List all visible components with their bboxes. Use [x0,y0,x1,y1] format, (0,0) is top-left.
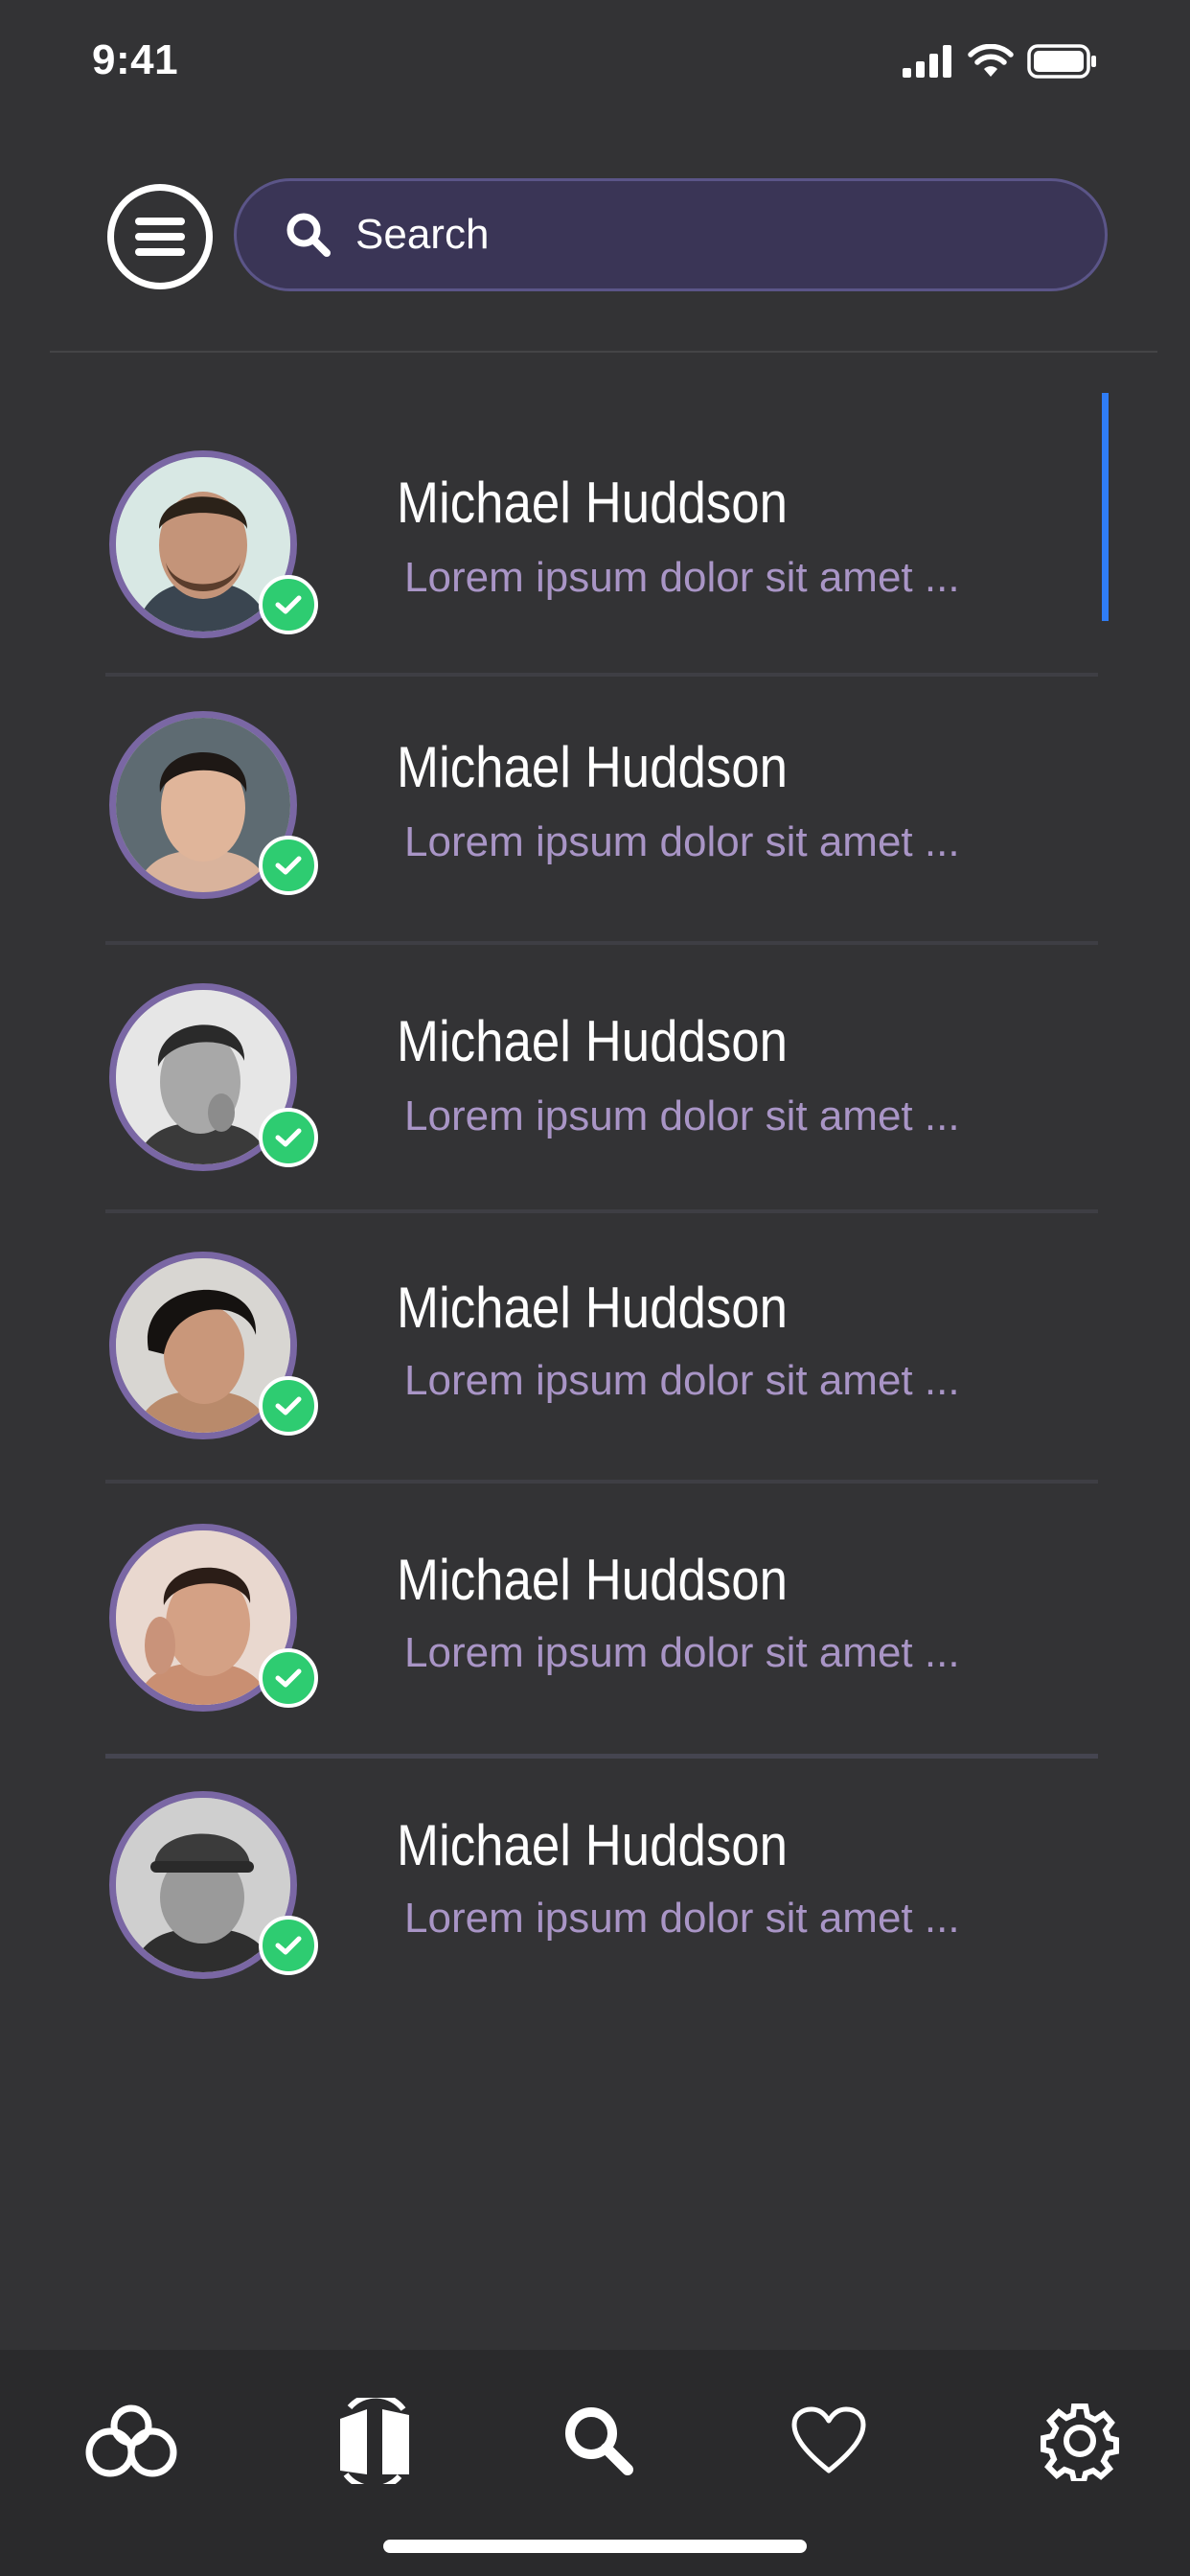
menu-button[interactable] [107,184,213,289]
contact-message: Lorem ipsum dolor sit amet ... [404,1092,960,1139]
contact-message: Lorem ipsum dolor sit amet ... [404,554,960,601]
search-icon [565,2407,633,2475]
tab-connections[interactable] [79,2388,184,2494]
exchange-icon [340,2398,409,2484]
avatar-container [109,450,318,638]
avatar-container [109,711,318,899]
avatar-container [109,1791,318,1979]
check-icon [275,1128,302,1147]
avatar-container [109,983,318,1171]
status-time: 9:41 [92,36,179,83]
online-check-badge [259,1108,318,1167]
status-icons [903,44,1098,79]
hamburger-icon [135,218,185,256]
home-indicator[interactable] [383,2540,807,2553]
search-icon [286,213,331,257]
contact-row[interactable]: Michael Huddson Lorem ipsum dolor sit am… [0,1484,1190,1754]
contact-message: Lorem ipsum dolor sit amet ... [404,1895,960,1942]
tab-settings[interactable] [1027,2388,1133,2494]
connections-icon [85,2404,177,2477]
top-bar [0,172,1190,307]
contact-row[interactable]: Michael Huddson Lorem ipsum dolor sit am… [0,1759,1190,2008]
contact-message: Lorem ipsum dolor sit amet ... [404,1629,960,1676]
avatar-container [109,1524,318,1712]
check-icon [275,1936,302,1955]
tab-search[interactable] [546,2388,652,2494]
battery-icon [1027,44,1096,79]
check-icon [275,595,302,614]
heart-icon [791,2406,866,2473]
contact-name: Michael Huddson [397,1009,788,1073]
check-icon [275,856,302,875]
check-icon [275,1396,302,1415]
online-check-badge [259,1376,318,1436]
status-bar: 9:41 [0,0,1190,126]
contact-name: Michael Huddson [397,735,788,799]
settings-icon [1041,2404,1119,2481]
contact-name: Michael Huddson [397,1276,788,1340]
tab-exchange[interactable] [322,2388,427,2494]
wifi-icon [968,44,1014,77]
tab-favorites[interactable] [776,2388,881,2494]
online-check-badge [259,836,318,895]
contact-list: Michael Huddson Lorem ipsum dolor sit am… [0,393,1190,2008]
search-input[interactable] [354,210,1086,260]
contact-row[interactable]: Michael Huddson Lorem ipsum dolor sit am… [0,393,1190,673]
avatar-container [109,1252,318,1439]
contact-row[interactable]: Michael Huddson Lorem ipsum dolor sit am… [0,1213,1190,1480]
contact-row[interactable]: Michael Huddson Lorem ipsum dolor sit am… [0,945,1190,1209]
contact-name: Michael Huddson [397,1813,788,1877]
signal-icon [903,45,951,78]
contact-message: Lorem ipsum dolor sit amet ... [404,818,960,865]
online-check-badge [259,575,318,634]
check-icon [275,1668,302,1688]
search-bar[interactable] [234,178,1108,291]
online-check-badge [259,1648,318,1708]
contact-message: Lorem ipsum dolor sit amet ... [404,1357,960,1404]
top-divider [50,351,1157,353]
online-check-badge [259,1916,318,1975]
contact-row[interactable]: Michael Huddson Lorem ipsum dolor sit am… [0,677,1190,941]
contact-name: Michael Huddson [397,1548,788,1612]
contact-name: Michael Huddson [397,471,788,535]
scroll-indicator[interactable] [1102,393,1109,621]
